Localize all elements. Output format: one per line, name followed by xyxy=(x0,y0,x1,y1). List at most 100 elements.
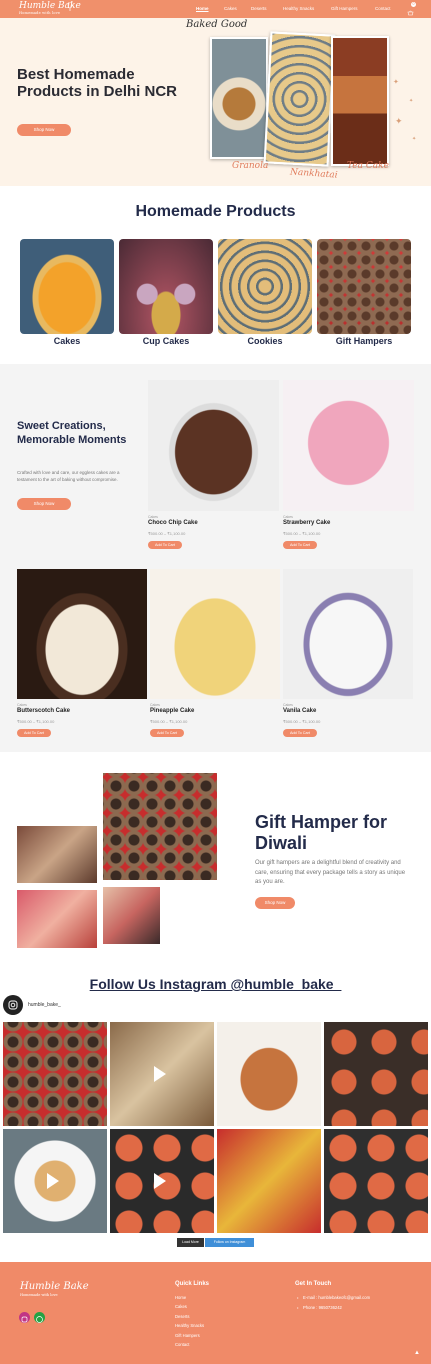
gift-photo xyxy=(103,773,217,880)
products-title: Homemade Products xyxy=(135,203,296,220)
nav-contact[interactable]: Contact xyxy=(375,6,391,11)
instagram-post[interactable] xyxy=(324,1022,428,1126)
sparkle-icon: ✦ xyxy=(409,98,414,104)
bullet-icon: • xyxy=(297,1295,299,1300)
add-to-cart-button[interactable]: Add To Cart xyxy=(148,541,182,549)
footer-link-contact[interactable]: Contact xyxy=(175,1342,189,1347)
instagram-icon[interactable] xyxy=(19,1312,30,1323)
product-image[interactable] xyxy=(17,569,147,699)
product-image[interactable] xyxy=(150,569,280,699)
add-to-cart-button[interactable]: Add To Cart xyxy=(283,729,317,737)
product-category: Cakes xyxy=(283,703,293,707)
hero-title: Best Homemade Products in Delhi NCR xyxy=(17,66,178,100)
cart-count: 0 xyxy=(411,2,416,7)
granola-label: Granola xyxy=(232,161,269,171)
product-category: Cakes xyxy=(150,703,160,707)
gift-desc: Our gift hampers are a delightful blend … xyxy=(255,860,406,885)
sweet-desc: Crafted with love and care, our eggless … xyxy=(17,470,120,482)
product-image[interactable] xyxy=(148,380,279,511)
sparkle-icon: ✦ xyxy=(412,136,417,142)
play-icon[interactable] xyxy=(154,1066,166,1082)
site-footer: Humble Bake Homemade with love Quick Lin… xyxy=(0,1262,431,1364)
gift-photo xyxy=(17,826,97,883)
nav-healthy-snacks[interactable]: Healthy Snacks xyxy=(283,6,314,11)
instagram-post[interactable] xyxy=(3,1022,107,1126)
follow-instagram-button[interactable]: Follow on Instagram xyxy=(205,1238,254,1247)
category-gift-hampers-label[interactable]: Gift Hampers xyxy=(317,336,411,346)
footer-logo[interactable]: Humble Bake Homemade with love xyxy=(20,1282,89,1298)
instagram-post[interactable] xyxy=(3,1129,107,1233)
product-image[interactable] xyxy=(283,569,413,699)
nav-gift-hampers[interactable]: Gift Hampers xyxy=(331,6,358,11)
instagram-post[interactable] xyxy=(110,1129,214,1233)
category-cookies-label[interactable]: Cookies xyxy=(218,336,312,346)
footer-link-home[interactable]: Home xyxy=(175,1295,186,1300)
instagram-post[interactable] xyxy=(217,1022,321,1126)
cart-icon[interactable]: 0 xyxy=(407,2,416,16)
product-price: ₹500.00 – ₹1,100.00 xyxy=(17,719,55,724)
instagram-title[interactable]: Follow Us Instagram @humble_bake_ xyxy=(0,976,431,992)
sparkle-icon: ✦ xyxy=(395,116,403,126)
product-price: ₹500.00 – ₹1,100.00 xyxy=(283,719,321,724)
product-name[interactable]: Butterscotch Cake xyxy=(17,708,70,714)
footer-logo-tagline: Homemade with love xyxy=(20,1293,58,1297)
play-icon[interactable] xyxy=(154,1173,166,1189)
sweet-title: Sweet Creations, Memorable Moments xyxy=(17,420,127,446)
site-logo[interactable]: Humble Bake Homemade with love xyxy=(19,2,81,16)
instagram-post[interactable] xyxy=(324,1129,428,1233)
site-header: Humble Bake Homemade with love Home Cake… xyxy=(0,0,431,18)
instagram-post[interactable] xyxy=(110,1022,214,1126)
add-to-cart-button[interactable]: Add To Cart xyxy=(150,729,184,737)
product-name[interactable]: Vanila Cake xyxy=(283,708,316,714)
gift-photo xyxy=(103,887,160,944)
instagram-post[interactable] xyxy=(217,1129,321,1233)
category-cupcakes-image[interactable] xyxy=(119,239,213,334)
instagram-icon[interactable] xyxy=(3,995,23,1015)
category-gift-hampers-image[interactable] xyxy=(317,239,411,334)
banner-title: Baked Good xyxy=(186,19,248,30)
footer-email[interactable]: E-mail : humblebakeofc@gmail.com xyxy=(303,1295,370,1300)
product-name[interactable]: Choco Chip Cake xyxy=(148,520,198,526)
sweet-shop-now-button[interactable]: Shop Now xyxy=(17,498,71,510)
product-category: Cakes xyxy=(283,515,293,519)
product-price: ₹500.00 – ₹1,100.00 xyxy=(150,719,188,724)
footer-link-healthy-snacks[interactable]: Healthy Snacks xyxy=(175,1323,204,1328)
scroll-top-icon[interactable]: ▲ xyxy=(414,1350,420,1356)
product-name[interactable]: Pineapple Cake xyxy=(150,708,194,714)
footer-logo-text: Humble Bake xyxy=(20,1281,89,1292)
nankhatai-label: Nankhatai xyxy=(289,167,338,181)
granola-photo xyxy=(210,37,268,159)
nav-cakes[interactable]: Cakes xyxy=(224,6,237,11)
category-cookies-image[interactable] xyxy=(218,239,312,334)
add-to-cart-button[interactable]: Add To Cart xyxy=(17,729,51,737)
product-category: Cakes xyxy=(148,515,158,519)
tea-cake-photo xyxy=(331,36,389,166)
nankhatai-photo xyxy=(263,31,336,167)
category-cakes-label[interactable]: Cakes xyxy=(20,336,114,346)
product-price: ₹500.00 – ₹1,100.00 xyxy=(148,531,186,536)
nav-home[interactable]: Home xyxy=(196,6,209,11)
whisk-icon xyxy=(67,2,73,11)
hero-shop-now-button[interactable]: Shop Now xyxy=(17,124,71,136)
sparkle-icon: ✦ xyxy=(393,79,399,86)
add-to-cart-button[interactable]: Add To Cart xyxy=(283,541,317,549)
footer-phone[interactable]: Phone : 9650736242 xyxy=(303,1305,342,1310)
load-more-button[interactable]: Load More xyxy=(177,1238,204,1247)
hero-section: Best Homemade Products in Delhi NCR Shop… xyxy=(0,18,431,186)
whatsapp-icon[interactable] xyxy=(34,1312,45,1323)
gift-shop-now-button[interactable]: Shop Now xyxy=(255,897,295,909)
footer-link-deserts[interactable]: Deserts xyxy=(175,1314,189,1319)
play-icon[interactable] xyxy=(47,1173,59,1189)
category-cupcakes-label[interactable]: Cup Cakes xyxy=(119,336,213,346)
product-name[interactable]: Strawberry Cake xyxy=(283,520,330,526)
nav-deserts[interactable]: Deserts xyxy=(251,6,267,11)
footer-link-cakes[interactable]: Cakes xyxy=(175,1304,187,1309)
logo-tagline: Homemade with love xyxy=(19,11,61,15)
contact-title: Get In Touch xyxy=(295,1281,332,1287)
product-image[interactable] xyxy=(283,380,414,511)
gift-photo xyxy=(17,890,97,948)
category-cakes-image[interactable] xyxy=(20,239,114,334)
instagram-handle[interactable]: humble_bake_ xyxy=(28,1002,61,1008)
gift-title: Gift Hamper for Diwali xyxy=(255,812,388,853)
footer-link-gift-hampers[interactable]: Gift Hampers xyxy=(175,1333,200,1338)
